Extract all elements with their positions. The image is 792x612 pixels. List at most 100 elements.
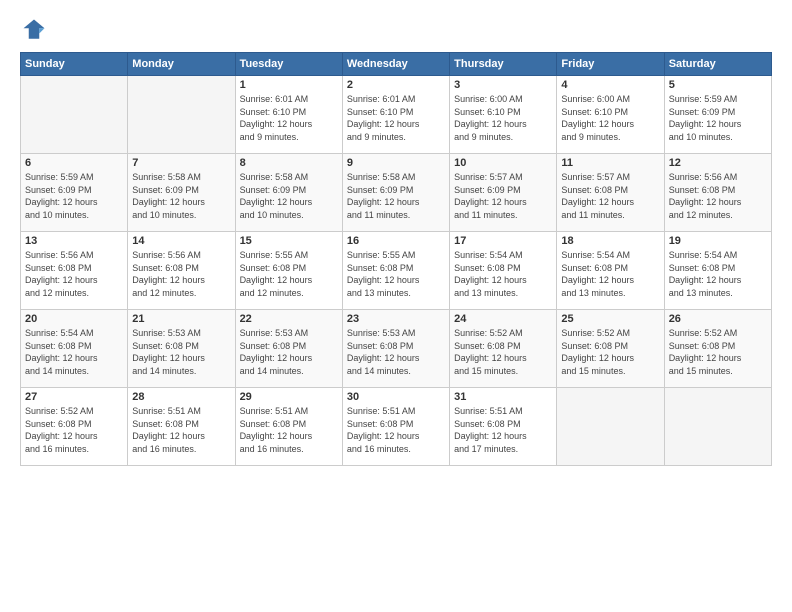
calendar-cell: 19 Sunrise: 5:54 AM Sunset: 6:08 PM Dayli… [664, 232, 771, 310]
calendar-cell [664, 388, 771, 466]
calendar-cell: 30Sunrise: 5:51 AM Sunset: 6:08 PM Dayli… [342, 388, 449, 466]
day-number: 15 [240, 235, 338, 247]
calendar-cell: 17Sunrise: 5:54 AM Sunset: 6:08 PM Dayli… [450, 232, 557, 310]
calendar-cell: 27Sunrise: 5:52 AM Sunset: 6:08 PM Dayli… [21, 388, 128, 466]
day-number: 6 [25, 157, 123, 169]
calendar-week-row: 1 Sunrise: 6:01 AM Sunset: 6:10 PM Daylig… [21, 76, 772, 154]
calendar-day-header: Monday [128, 53, 235, 76]
day-number: 20 [25, 313, 123, 325]
calendar-cell: 11 Sunrise: 5:57 AM Sunset: 6:08 PM Dayli… [557, 154, 664, 232]
calendar-cell: 10 Sunrise: 5:57 AM Sunset: 6:09 PM Dayli… [450, 154, 557, 232]
day-info: Sunrise: 5:51 AM Sunset: 6:08 PM Dayligh… [240, 405, 338, 455]
day-number: 7 [132, 157, 230, 169]
calendar-week-row: 6 Sunrise: 5:59 AM Sunset: 6:09 PM Daylig… [21, 154, 772, 232]
calendar-week-row: 20 Sunrise: 5:54 AM Sunset: 6:08 PM Dayli… [21, 310, 772, 388]
day-info: Sunrise: 5:52 AM Sunset: 6:08 PM Dayligh… [669, 327, 767, 377]
calendar-cell: 23 Sunrise: 5:53 AM Sunset: 6:08 PM Dayli… [342, 310, 449, 388]
day-info: Sunrise: 5:59 AM Sunset: 6:09 PM Dayligh… [25, 171, 123, 221]
day-number: 28 [132, 391, 230, 403]
day-info: Sunrise: 5:56 AM Sunset: 6:08 PM Dayligh… [669, 171, 767, 221]
day-number: 13 [25, 235, 123, 247]
day-info: Sunrise: 5:57 AM Sunset: 6:09 PM Dayligh… [454, 171, 552, 221]
day-number: 9 [347, 157, 445, 169]
day-number: 1 [240, 79, 338, 91]
day-info: Sunrise: 5:51 AM Sunset: 6:08 PM Dayligh… [454, 405, 552, 455]
day-info: Sunrise: 6:00 AM Sunset: 6:10 PM Dayligh… [561, 93, 659, 143]
day-number: 21 [132, 313, 230, 325]
calendar-header-row: SundayMondayTuesdayWednesdayThursdayFrid… [21, 53, 772, 76]
day-info: Sunrise: 5:58 AM Sunset: 6:09 PM Dayligh… [132, 171, 230, 221]
day-number: 26 [669, 313, 767, 325]
day-number: 23 [347, 313, 445, 325]
day-number: 12 [669, 157, 767, 169]
calendar-body: 1 Sunrise: 6:01 AM Sunset: 6:10 PM Daylig… [21, 76, 772, 466]
calendar-cell: 22 Sunrise: 5:53 AM Sunset: 6:08 PM Dayli… [235, 310, 342, 388]
calendar-day-header: Wednesday [342, 53, 449, 76]
day-number: 29 [240, 391, 338, 403]
day-number: 3 [454, 79, 552, 91]
calendar-day-header: Thursday [450, 53, 557, 76]
day-info: Sunrise: 5:55 AM Sunset: 6:08 PM Dayligh… [240, 249, 338, 299]
day-number: 11 [561, 157, 659, 169]
day-info: Sunrise: 5:56 AM Sunset: 6:08 PM Dayligh… [132, 249, 230, 299]
day-info: Sunrise: 5:53 AM Sunset: 6:08 PM Dayligh… [347, 327, 445, 377]
calendar-cell: 13 Sunrise: 5:56 AM Sunset: 6:08 PM Dayli… [21, 232, 128, 310]
day-info: Sunrise: 5:52 AM Sunset: 6:08 PM Dayligh… [454, 327, 552, 377]
calendar-cell: 4 Sunrise: 6:00 AM Sunset: 6:10 PM Daylig… [557, 76, 664, 154]
day-number: 14 [132, 235, 230, 247]
page: SundayMondayTuesdayWednesdayThursdayFrid… [0, 0, 792, 612]
day-number: 30 [347, 391, 445, 403]
day-info: Sunrise: 5:54 AM Sunset: 6:08 PM Dayligh… [561, 249, 659, 299]
calendar-cell: 3 Sunrise: 6:00 AM Sunset: 6:10 PM Daylig… [450, 76, 557, 154]
day-info: Sunrise: 6:01 AM Sunset: 6:10 PM Dayligh… [240, 93, 338, 143]
day-info: Sunrise: 5:58 AM Sunset: 6:09 PM Dayligh… [240, 171, 338, 221]
day-info: Sunrise: 5:59 AM Sunset: 6:09 PM Dayligh… [669, 93, 767, 143]
logo [20, 16, 52, 44]
logo-icon [20, 16, 48, 44]
day-info: Sunrise: 5:56 AM Sunset: 6:08 PM Dayligh… [25, 249, 123, 299]
day-info: Sunrise: 6:00 AM Sunset: 6:10 PM Dayligh… [454, 93, 552, 143]
day-number: 8 [240, 157, 338, 169]
calendar-cell: 28 Sunrise: 5:51 AM Sunset: 6:08 PM Dayli… [128, 388, 235, 466]
calendar-cell: 1 Sunrise: 6:01 AM Sunset: 6:10 PM Daylig… [235, 76, 342, 154]
calendar-cell: 25Sunrise: 5:52 AM Sunset: 6:08 PM Dayli… [557, 310, 664, 388]
day-info: Sunrise: 5:52 AM Sunset: 6:08 PM Dayligh… [25, 405, 123, 455]
calendar-cell: 16Sunrise: 5:55 AM Sunset: 6:08 PM Dayli… [342, 232, 449, 310]
day-info: Sunrise: 6:01 AM Sunset: 6:10 PM Dayligh… [347, 93, 445, 143]
calendar-cell: 12 Sunrise: 5:56 AM Sunset: 6:08 PM Dayli… [664, 154, 771, 232]
calendar-cell: 8 Sunrise: 5:58 AM Sunset: 6:09 PM Daylig… [235, 154, 342, 232]
day-info: Sunrise: 5:53 AM Sunset: 6:08 PM Dayligh… [132, 327, 230, 377]
day-number: 5 [669, 79, 767, 91]
day-info: Sunrise: 5:54 AM Sunset: 6:08 PM Dayligh… [454, 249, 552, 299]
calendar-cell: 31 Sunrise: 5:51 AM Sunset: 6:08 PM Dayli… [450, 388, 557, 466]
day-number: 16 [347, 235, 445, 247]
calendar-cell: 9Sunrise: 5:58 AM Sunset: 6:09 PM Daylig… [342, 154, 449, 232]
calendar-week-row: 27Sunrise: 5:52 AM Sunset: 6:08 PM Dayli… [21, 388, 772, 466]
day-info: Sunrise: 5:52 AM Sunset: 6:08 PM Dayligh… [561, 327, 659, 377]
day-number: 10 [454, 157, 552, 169]
day-info: Sunrise: 5:51 AM Sunset: 6:08 PM Dayligh… [132, 405, 230, 455]
day-info: Sunrise: 5:57 AM Sunset: 6:08 PM Dayligh… [561, 171, 659, 221]
calendar-cell [557, 388, 664, 466]
calendar-cell: 18 Sunrise: 5:54 AM Sunset: 6:08 PM Dayli… [557, 232, 664, 310]
calendar-cell: 26 Sunrise: 5:52 AM Sunset: 6:08 PM Dayli… [664, 310, 771, 388]
day-info: Sunrise: 5:53 AM Sunset: 6:08 PM Dayligh… [240, 327, 338, 377]
calendar-cell: 21 Sunrise: 5:53 AM Sunset: 6:08 PM Dayli… [128, 310, 235, 388]
day-number: 22 [240, 313, 338, 325]
day-info: Sunrise: 5:54 AM Sunset: 6:08 PM Dayligh… [25, 327, 123, 377]
calendar-cell: 2Sunrise: 6:01 AM Sunset: 6:10 PM Daylig… [342, 76, 449, 154]
calendar-cell [128, 76, 235, 154]
calendar-cell: 6 Sunrise: 5:59 AM Sunset: 6:09 PM Daylig… [21, 154, 128, 232]
day-number: 4 [561, 79, 659, 91]
calendar-table: SundayMondayTuesdayWednesdayThursdayFrid… [20, 52, 772, 466]
day-number: 31 [454, 391, 552, 403]
day-info: Sunrise: 5:54 AM Sunset: 6:08 PM Dayligh… [669, 249, 767, 299]
day-number: 18 [561, 235, 659, 247]
calendar-cell [21, 76, 128, 154]
header [20, 16, 772, 44]
day-number: 19 [669, 235, 767, 247]
calendar-cell: 7 Sunrise: 5:58 AM Sunset: 6:09 PM Daylig… [128, 154, 235, 232]
calendar-cell: 20 Sunrise: 5:54 AM Sunset: 6:08 PM Dayli… [21, 310, 128, 388]
calendar-cell: 29 Sunrise: 5:51 AM Sunset: 6:08 PM Dayli… [235, 388, 342, 466]
calendar-cell: 15 Sunrise: 5:55 AM Sunset: 6:08 PM Dayli… [235, 232, 342, 310]
